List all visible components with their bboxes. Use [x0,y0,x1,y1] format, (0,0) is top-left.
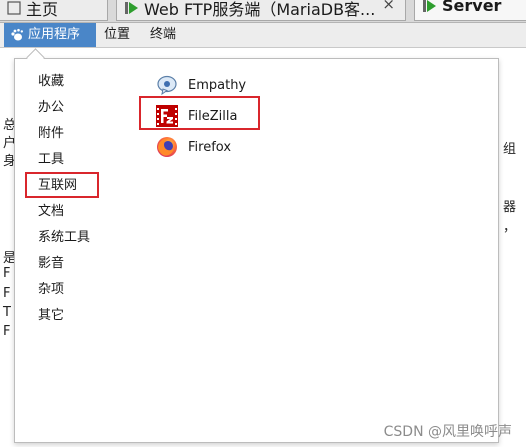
category-accessories[interactable]: 附件 [38,122,64,146]
tab-server[interactable]: Server [414,0,526,21]
background-text: T [3,305,11,320]
category-sound-video[interactable]: 影音 [38,252,64,276]
empathy-icon [157,75,177,96]
tab-bar: 主页 Web FTP服务端（MariaDB客... × Server [0,0,526,23]
category-favorites[interactable]: 收藏 [38,70,64,94]
category-documents[interactable]: 文档 [38,200,64,224]
gnome-foot-icon [11,28,23,41]
applications-menu[interactable]: 应用程序 [4,23,96,47]
category-system-tools[interactable]: 系统工具 [38,226,90,250]
tab-web-ftp-label: Web FTP服务端（MariaDB客... [144,0,376,19]
top-menu-bar: 应用程序 位置 终端 [0,23,526,48]
tab-home[interactable]: 主页 [0,0,108,21]
app-firefox-label: Firefox [188,139,232,155]
background-text: 器 [503,200,517,215]
background-text: F [3,286,11,301]
category-utilities[interactable]: 工具 [38,148,64,172]
background-text: 组 [503,142,517,157]
firefox-icon [157,137,177,157]
filezilla-highlight-box [139,96,260,130]
background-text: F [3,266,11,281]
category-sundry[interactable]: 杂项 [38,278,64,302]
app-firefox[interactable]: Firefox [156,134,231,160]
tab-home-label: 主页 [26,0,59,19]
applications-menu-label: 应用程序 [28,27,81,42]
terminal-menu[interactable]: 终端 [144,23,182,47]
app-empathy[interactable]: Empathy [156,72,246,98]
csdn-watermark: CSDN @风里唤呼声 [383,424,512,440]
vm-play-icon [125,2,138,14]
background-text: ， [503,220,517,235]
dropdown-pointer-cover [24,59,48,65]
category-other[interactable]: 其它 [38,304,64,328]
tab-web-ftp[interactable]: Web FTP服务端（MariaDB客... × [116,0,406,21]
background-text: F [3,324,11,339]
app-empathy-label: Empathy [188,77,247,93]
tab-close-icon[interactable]: × [382,0,395,13]
category-office[interactable]: 办公 [38,96,64,120]
vm-play-icon [423,0,436,12]
home-tab-icon [7,1,21,15]
internet-highlight-box [25,172,99,198]
tab-server-label: Server [442,0,502,15]
places-menu[interactable]: 位置 [98,23,136,47]
